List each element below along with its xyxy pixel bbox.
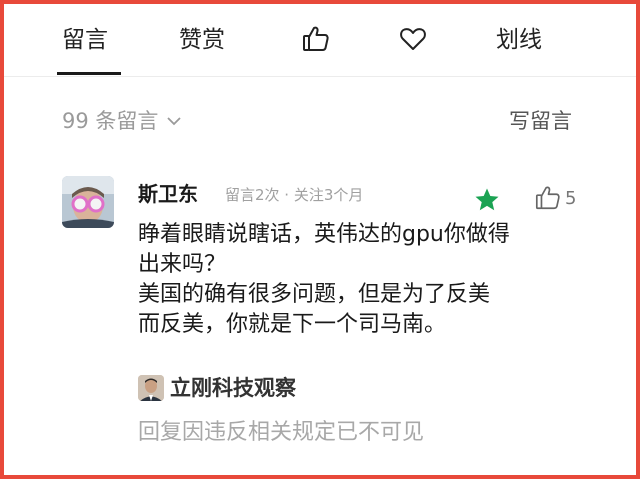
- like-count: 5: [565, 188, 577, 209]
- comment-text: 睁着眼睛说瞎话，英伟达的gpu你做得 出来吗？ 美国的确有很多问题，但是为了反美…: [138, 220, 588, 340]
- star-icon: [474, 187, 500, 213]
- comment-line: 美国的确有很多问题，但是为了反美: [138, 282, 491, 307]
- chevron-down-icon: [167, 117, 182, 126]
- avatar[interactable]: [62, 176, 114, 228]
- comment-line: 睁着眼睛说瞎话，英伟达的gpu你做得: [138, 222, 510, 247]
- comment-line: 而反美，你就是下一个司马南。: [138, 312, 447, 337]
- comment-username[interactable]: 斯卫东: [138, 180, 198, 208]
- tab-highlight[interactable]: 划线: [496, 24, 542, 56]
- tab-comments[interactable]: 留言: [62, 24, 108, 56]
- thumbs-up-icon[interactable]: [301, 24, 331, 54]
- comment-meta: 留言2次 · 关注3个月: [225, 186, 364, 204]
- tab-bar: 留言 赞赏 划线: [4, 4, 636, 77]
- comments-panel: 留言 赞赏 划线 99 条留言 写留言 斯卫东 留言2次 · 关注3个月 5 睁…: [4, 4, 636, 475]
- heart-icon[interactable]: [398, 24, 428, 54]
- comment-line: 出来吗？: [138, 252, 227, 277]
- reply-avatar: [138, 375, 164, 401]
- comment-count: 99 条留言: [62, 109, 159, 133]
- tab-divider: [4, 76, 636, 77]
- reply-author[interactable]: 立刚科技观察: [170, 373, 296, 403]
- tab-reward[interactable]: 赞赏: [179, 24, 225, 56]
- thumbs-up-icon[interactable]: [534, 184, 562, 212]
- active-tab-indicator: [57, 72, 121, 75]
- write-comment-button[interactable]: 写留言: [509, 105, 572, 137]
- reply-text: 回复因违反相关规定已不可见: [138, 420, 425, 445]
- comment-count-filter[interactable]: 99 条留言: [62, 105, 184, 137]
